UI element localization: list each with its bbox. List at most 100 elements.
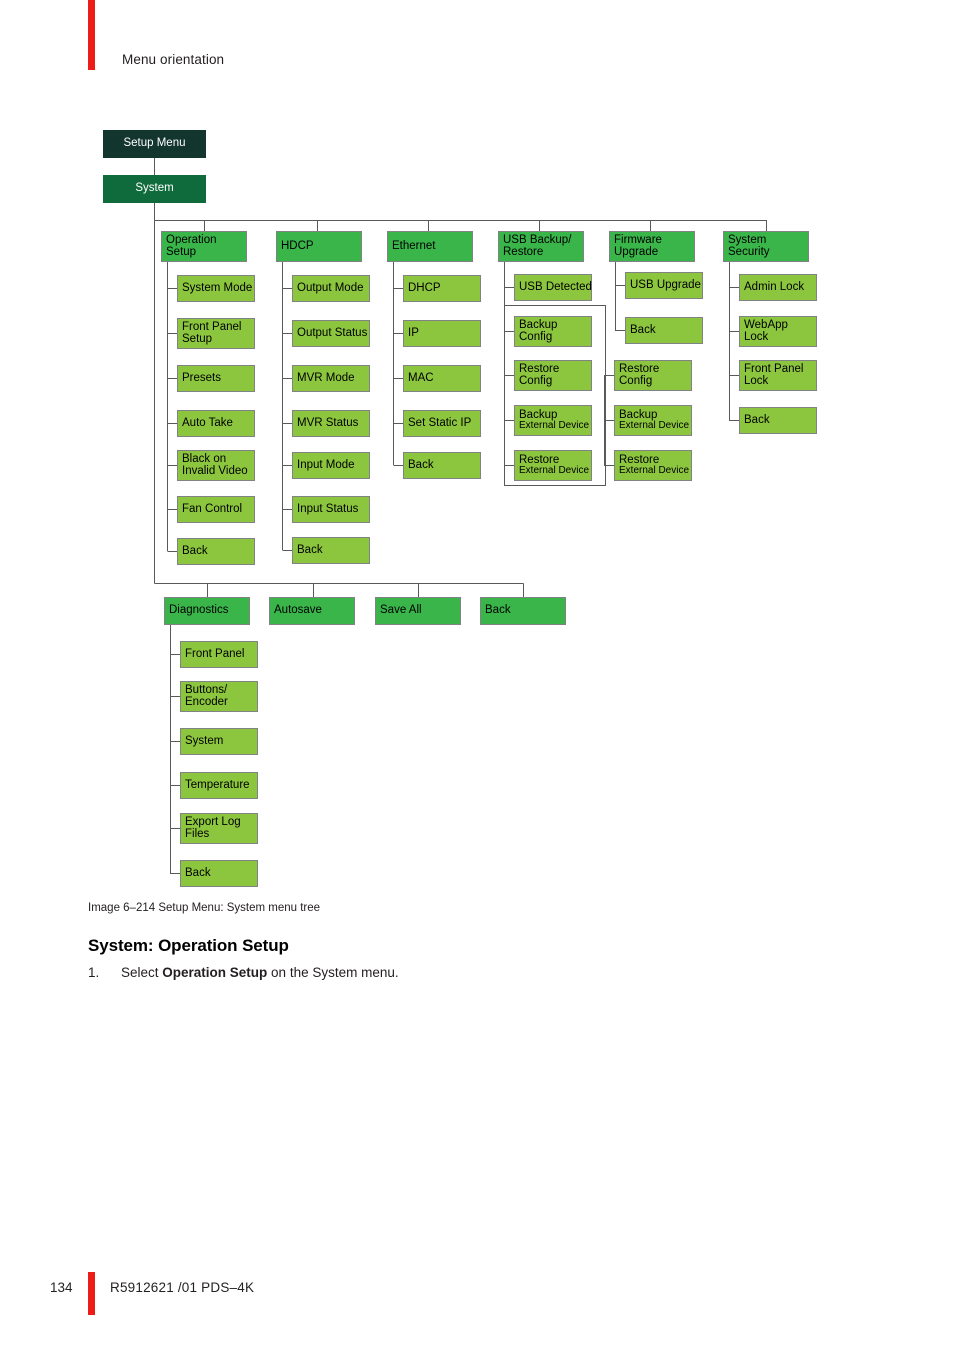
- node-hdcp-output-status[interactable]: Output Status: [292, 320, 370, 347]
- node-label-line1: Fan Control: [182, 502, 243, 515]
- section-heading: System: Operation Setup: [88, 936, 289, 955]
- node-label-line2: External Device: [519, 465, 590, 477]
- node-label-line1: USB Upgrade: [630, 278, 701, 291]
- node-hdcp-mvr-status[interactable]: MVR Status: [292, 410, 370, 437]
- node-label-line1: Back: [408, 458, 434, 471]
- node-diagnostics[interactable]: Diagnostics: [164, 597, 250, 625]
- node-presets[interactable]: Presets: [177, 365, 255, 392]
- node-label-line1: Input Status: [297, 502, 359, 515]
- node-label-line2: Setup: [166, 245, 197, 258]
- node-admin-lock[interactable]: Admin Lock: [739, 274, 817, 301]
- node-label-line1: Autosave: [274, 604, 322, 617]
- node-diag-front-panel[interactable]: Front Panel: [180, 641, 258, 668]
- node-firmware-usb-upgrade[interactable]: USB Upgrade: [625, 272, 703, 299]
- node-autosave[interactable]: Autosave: [269, 597, 355, 625]
- node-hdcp-mvr-mode[interactable]: MVR Mode: [292, 365, 370, 392]
- node-label-line2: Upgrade: [614, 245, 659, 258]
- node-firmware-restore-external-device[interactable]: Restore External Device: [614, 450, 692, 481]
- node-ethernet-ip[interactable]: IP: [403, 320, 481, 347]
- node-label-line1: Back: [297, 543, 323, 556]
- node-save-all[interactable]: Save All: [375, 597, 461, 625]
- node-auto-take[interactable]: Auto Take: [177, 410, 255, 437]
- node-label-line1: Front Panel: [185, 647, 245, 660]
- node-hdcp[interactable]: HDCP: [276, 231, 362, 262]
- node-label-line1: Firmware: [614, 233, 662, 246]
- node-label-line1: DHCP: [408, 281, 441, 294]
- node-hdcp-input-status[interactable]: Input Status: [292, 496, 370, 523]
- node-label-line1: MAC: [408, 371, 434, 384]
- node-operation-setup-back[interactable]: Back: [177, 538, 255, 565]
- node-label-line1: MVR Mode: [297, 371, 355, 384]
- node-label-line2: Config: [519, 374, 553, 387]
- step-text-after: on the System menu.: [267, 965, 399, 980]
- node-front-panel-lock[interactable]: Front Panel Lock: [739, 360, 817, 391]
- node-black-on-invalid-video[interactable]: Black on Invalid Video: [177, 450, 255, 481]
- node-firmware-backup-external-device[interactable]: Backup External Device: [614, 405, 692, 436]
- node-diag-temperature[interactable]: Temperature: [180, 772, 258, 799]
- node-fan-control[interactable]: Fan Control: [177, 496, 255, 523]
- node-label-line1: System: [728, 233, 767, 246]
- node-diag-system[interactable]: System: [180, 728, 258, 755]
- page-number: 134: [50, 1280, 73, 1295]
- procedure-step-list: 1. Select Operation Setup on the System …: [88, 965, 788, 980]
- node-ethernet-back[interactable]: Back: [403, 452, 481, 479]
- node-usb-backup-restore[interactable]: USB Backup/ Restore: [498, 231, 584, 262]
- node-system-security-back[interactable]: Back: [739, 407, 817, 434]
- node-ethernet-mac[interactable]: MAC: [403, 365, 481, 392]
- node-firmware-restore-config[interactable]: Restore Config: [614, 360, 692, 391]
- node-ethernet[interactable]: Ethernet: [387, 231, 473, 262]
- node-system-security[interactable]: System Security: [723, 231, 809, 262]
- node-usb-detected[interactable]: USB Detected: [514, 274, 592, 301]
- node-hdcp-output-mode[interactable]: Output Mode: [292, 275, 370, 302]
- node-setup-menu[interactable]: Setup Menu: [103, 130, 206, 158]
- node-label-line2: Setup: [182, 332, 213, 345]
- node-label-line1: Front Panel: [744, 362, 804, 375]
- node-label-line2: Security: [728, 245, 770, 258]
- node-label-line1: Diagnostics: [169, 604, 229, 617]
- node-usb-restore-external-device[interactable]: Restore External Device: [514, 450, 592, 481]
- node-label-line2: Restore: [503, 245, 544, 258]
- node-usb-backup-external-device[interactable]: Backup External Device: [514, 405, 592, 436]
- node-ethernet-set-static-ip[interactable]: Set Static IP: [403, 410, 481, 437]
- node-label-line1: Ethernet: [392, 239, 436, 252]
- node-label-line1: Presets: [182, 371, 221, 384]
- node-webapp-lock[interactable]: WebApp Lock: [739, 316, 817, 347]
- node-label-line1: Front Panel: [182, 320, 242, 333]
- node-system-back[interactable]: Back: [480, 597, 566, 625]
- node-firmware-back[interactable]: Back: [625, 317, 703, 344]
- node-diag-back[interactable]: Back: [180, 860, 258, 887]
- node-diag-buttons-encoder[interactable]: Buttons/ Encoder: [180, 681, 258, 712]
- node-label-line1: Input Mode: [297, 458, 355, 471]
- node-hdcp-back[interactable]: Back: [292, 537, 370, 564]
- node-label-line1: Backup: [519, 318, 558, 331]
- node-label-line1: MVR Status: [297, 416, 359, 429]
- node-label-line1: Back: [182, 544, 208, 557]
- node-label-line1: Back: [485, 604, 511, 617]
- node-ethernet-dhcp[interactable]: DHCP: [403, 275, 481, 302]
- node-label-line1: USB Detected: [519, 280, 592, 293]
- node-label-line1: System Mode: [182, 281, 253, 294]
- step-text-before: Select: [121, 965, 163, 980]
- node-front-panel-setup[interactable]: Front Panel Setup: [177, 318, 255, 349]
- node-usb-restore-config[interactable]: Restore Config: [514, 360, 592, 391]
- node-label-line1: HDCP: [281, 239, 314, 252]
- node-usb-backup-config[interactable]: Backup Config: [514, 316, 592, 347]
- node-label-line2: Lock: [744, 330, 769, 343]
- node-label-line1: WebApp: [744, 318, 788, 331]
- node-label-line2: External Device: [619, 420, 690, 432]
- node-label-line1: Black on: [182, 452, 227, 465]
- step-text-emphasis: Operation Setup: [162, 965, 268, 980]
- node-diag-export-log-files[interactable]: Export Log Files: [180, 813, 258, 844]
- node-system-mode[interactable]: System Mode: [177, 275, 255, 302]
- step-number: 1.: [88, 965, 100, 980]
- node-system[interactable]: System: [103, 175, 206, 203]
- node-label-line1: Buttons/: [185, 683, 228, 696]
- node-label: Setup Menu: [123, 137, 186, 150]
- step-text: Select Operation Setup on the System men…: [121, 965, 788, 980]
- node-label-line1: Back: [185, 866, 211, 879]
- node-operation-setup[interactable]: Operation Setup: [161, 231, 247, 262]
- node-label-line1: Temperature: [185, 778, 250, 791]
- node-firmware-upgrade[interactable]: Firmware Upgrade: [609, 231, 695, 262]
- node-hdcp-input-mode[interactable]: Input Mode: [292, 452, 370, 479]
- node-label-line2: Lock: [744, 374, 769, 387]
